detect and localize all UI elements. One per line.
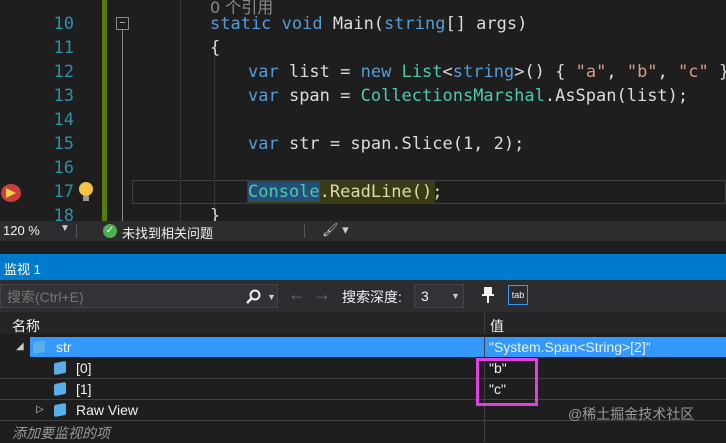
- watch-row-str[interactable]: ◢ str "System.Span<String>[2]": [0, 337, 726, 358]
- separator: [76, 224, 77, 238]
- line-number: 16: [53, 158, 74, 178]
- cell-divider: [484, 421, 485, 442]
- editor-status-bar: 120 % ▼ ✓ 未找到相关问题 🖌 ▾: [0, 221, 726, 241]
- watch-toolbar: ▼ ← → 搜索深度: 3 ▼ tab: [0, 280, 726, 312]
- watch-name[interactable]: Raw View: [76, 402, 138, 418]
- variable-icon: [33, 339, 45, 355]
- search-options-dropdown-icon[interactable]: ▼: [267, 292, 276, 302]
- watch-name[interactable]: [1]: [76, 381, 92, 397]
- line-number: 15: [53, 134, 74, 154]
- lightbulb-base: [83, 196, 89, 201]
- issues-status[interactable]: 未找到相关问题: [122, 223, 213, 242]
- current-statement-arrow-icon: [6, 188, 16, 198]
- breakpoint-icon[interactable]: [1, 184, 21, 202]
- line-number: 14: [53, 110, 74, 130]
- search-next-icon[interactable]: →: [313, 284, 331, 305]
- line-numbers: 10 11 12 13 14 15 16 17 18: [30, 0, 78, 221]
- zoom-level[interactable]: 120 %: [3, 223, 40, 238]
- search-depth-select[interactable]: 3 ▼: [414, 284, 464, 308]
- line-number: 10: [53, 14, 74, 34]
- code-line-17[interactable]: Console.ReadLine();: [248, 182, 442, 202]
- lightbulb-icon[interactable]: [79, 182, 93, 196]
- code-cleanup-icon[interactable]: 🖌 ▾: [322, 222, 349, 238]
- tab-view-icon[interactable]: tab: [508, 285, 528, 305]
- expand-triangle-icon[interactable]: ▷: [36, 404, 44, 415]
- code-line-18[interactable]: }: [210, 206, 220, 221]
- column-value-header[interactable]: 值: [490, 316, 504, 336]
- line-number: 13: [53, 86, 74, 106]
- search-depth-value: 3: [421, 288, 429, 304]
- column-separator[interactable]: [484, 312, 485, 334]
- separator: [304, 224, 305, 238]
- code-editor[interactable]: 10 11 12 13 14 15 16 17 18 − 0 个引用 stati…: [0, 0, 726, 221]
- search-depth-label: 搜索深度:: [342, 289, 402, 305]
- cell-divider: [484, 337, 485, 358]
- watch-add-item-row[interactable]: 添加要监视的项: [0, 421, 726, 442]
- watch-row-item-0[interactable]: [0] "b": [0, 358, 726, 379]
- watermark: @稀土掘金技术社区: [568, 406, 695, 422]
- search-icon[interactable]: [245, 289, 261, 305]
- collapse-icon[interactable]: −: [116, 17, 129, 30]
- search-previous-icon[interactable]: ←: [288, 284, 306, 305]
- watch-column-header: 名称 值: [0, 312, 726, 334]
- watch-title-text: 监视 1: [4, 262, 41, 277]
- zoom-dropdown-icon[interactable]: ▼: [60, 223, 70, 234]
- fold-guide: [122, 30, 123, 221]
- watch-name[interactable]: str: [56, 339, 72, 355]
- line-number: 11: [53, 38, 74, 58]
- pin-icon[interactable]: [480, 286, 498, 304]
- line-number: 12: [53, 62, 74, 82]
- watch-row-item-1[interactable]: [1] "c": [0, 379, 726, 400]
- code-line-13[interactable]: var span = CollectionsMarshal.AsSpan(lis…: [248, 86, 688, 106]
- field-icon: [54, 381, 66, 397]
- code-line-12[interactable]: var list = new List<string>() { "a", "b"…: [248, 62, 726, 82]
- collapse-triangle-icon[interactable]: ◢: [16, 341, 24, 352]
- line-number: 18: [53, 206, 74, 221]
- code-line-11[interactable]: {: [210, 38, 220, 58]
- code-line-10[interactable]: static void Main(string[] args): [210, 14, 527, 34]
- column-name-header[interactable]: 名称: [12, 316, 40, 336]
- chevron-down-icon: ▼: [451, 291, 460, 301]
- check-circle-icon: ✓: [103, 224, 117, 238]
- field-icon: [54, 360, 66, 376]
- watch-name[interactable]: [0]: [76, 360, 92, 376]
- watch-window-title[interactable]: 监视 1: [0, 254, 726, 280]
- annotation-highlight-box: [476, 358, 538, 406]
- code-line-15[interactable]: var str = span.Slice(1, 2);: [248, 134, 524, 154]
- add-watch-placeholder[interactable]: 添加要监视的项: [12, 423, 110, 443]
- change-tracking-bar: [102, 0, 107, 221]
- raw-view-icon: [54, 402, 66, 418]
- search-input[interactable]: [5, 287, 229, 307]
- line-number: 17: [53, 182, 74, 202]
- search-box[interactable]: ▼: [0, 284, 278, 308]
- watch-value[interactable]: "System.Span<String>[2]": [489, 339, 651, 355]
